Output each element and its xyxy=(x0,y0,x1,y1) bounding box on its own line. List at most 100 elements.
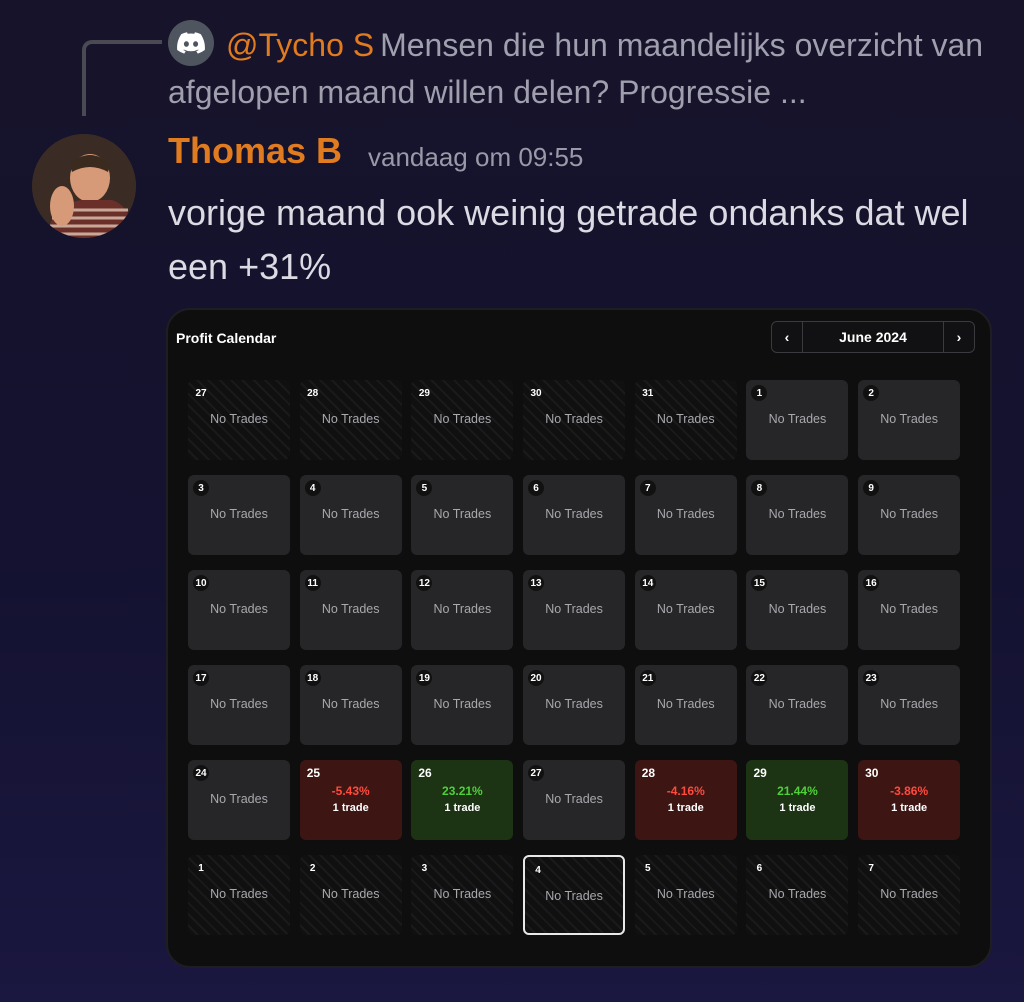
day-number: 11 xyxy=(304,575,321,591)
calendar-day[interactable]: 3 No Trades xyxy=(411,855,514,935)
day-number: 27 xyxy=(528,765,545,781)
day-number: 4 xyxy=(535,864,541,876)
no-trades-label: No Trades xyxy=(656,887,715,901)
profit-calendar-card[interactable]: Profit Calendar ‹ June 2024 › 27 No Trade… xyxy=(166,308,992,968)
no-trades-label: No Trades xyxy=(545,412,603,426)
calendar-day[interactable]: 28 No Trades xyxy=(299,380,402,460)
day-trade-count: 1 trade xyxy=(891,802,928,814)
no-trades-label: No Trades xyxy=(210,602,268,616)
calendar-day[interactable]: 12 No Trades xyxy=(411,570,514,650)
calendar-day[interactable]: 6 No Trades xyxy=(523,475,626,555)
day-number: 14 xyxy=(639,575,656,591)
month-navigator: ‹ June 2024 › xyxy=(771,321,975,353)
day-number: 5 xyxy=(644,862,651,874)
day-number: 6 xyxy=(756,862,763,874)
calendar-day[interactable]: 26 23.21% 1 trade xyxy=(411,760,514,840)
calendar-day[interactable]: 29 21.44% 1 trade xyxy=(746,760,849,840)
day-number: 29 xyxy=(753,766,767,780)
calendar-day[interactable]: 4 No Trades xyxy=(299,475,402,555)
no-trades-label: No Trades xyxy=(321,412,380,426)
no-trades-label: No Trades xyxy=(768,697,827,711)
calendar-day[interactable]: 15 No Trades xyxy=(746,570,849,650)
day-trade-count: 1 trade xyxy=(332,802,369,814)
day-trade-count: 1 trade xyxy=(667,802,704,814)
calendar-day[interactable]: 21 No Trades xyxy=(634,665,737,745)
day-pnl-percent: -5.43% xyxy=(331,784,370,798)
calendar-day[interactable]: 3 No Trades xyxy=(188,475,290,555)
calendar-day[interactable]: 1 No Trades xyxy=(746,380,849,460)
message-author[interactable]: Thomas B xyxy=(168,130,342,172)
calendar-day[interactable]: 25 -5.43% 1 trade xyxy=(299,760,402,840)
day-number: 8 xyxy=(751,480,768,496)
day-number: 16 xyxy=(863,575,880,591)
chevron-right-icon: › xyxy=(956,329,962,345)
day-number: 30 xyxy=(865,766,879,780)
day-number: 6 xyxy=(528,480,545,496)
no-trades-label: No Trades xyxy=(545,792,603,806)
day-number: 21 xyxy=(639,670,656,686)
avatar-photo xyxy=(32,134,136,238)
calendar-day[interactable]: 16 No Trades xyxy=(858,570,961,650)
calendar-day[interactable]: 7 No Trades xyxy=(858,855,961,935)
calendar-day[interactable]: 24 No Trades xyxy=(188,760,290,840)
no-trades-label: No Trades xyxy=(768,507,827,521)
calendar-day[interactable]: 27 No Trades xyxy=(523,760,626,840)
day-number: 18 xyxy=(304,670,321,686)
calendar-day[interactable]: 2 No Trades xyxy=(858,380,961,460)
no-trades-label: No Trades xyxy=(433,507,492,521)
day-number: 7 xyxy=(868,862,874,874)
day-number: 24 xyxy=(193,765,209,781)
no-trades-label: No Trades xyxy=(321,507,380,521)
day-number: 10 xyxy=(193,575,209,591)
calendar-day[interactable]: 10 No Trades xyxy=(188,570,290,650)
calendar-day[interactable]: 29 No Trades xyxy=(411,380,514,460)
day-number: 28 xyxy=(641,766,656,780)
calendar-day[interactable]: 28 -4.16% 1 trade xyxy=(634,760,737,840)
calendar-day[interactable]: 31 No Trades xyxy=(634,380,737,460)
day-number: 20 xyxy=(528,670,545,686)
day-number: 23 xyxy=(863,670,880,686)
calendar-day[interactable]: 27 No Trades xyxy=(188,380,290,460)
no-trades-label: No Trades xyxy=(433,697,492,711)
no-trades-label: No Trades xyxy=(656,412,715,426)
next-month-button[interactable]: › xyxy=(943,322,974,352)
calendar-day[interactable]: 18 No Trades xyxy=(299,665,402,745)
calendar-day[interactable]: 13 No Trades xyxy=(523,570,626,650)
calendar-day[interactable]: 30 -3.86% 1 trade xyxy=(858,760,961,840)
message-timestamp: vandaag om 09:55 xyxy=(368,142,584,172)
calendar-day[interactable]: 2 No Trades xyxy=(299,855,402,935)
day-number: 1 xyxy=(751,385,768,401)
day-number: 9 xyxy=(863,480,880,496)
month-label: June 2024 xyxy=(839,329,907,345)
day-pnl-percent: 23.21% xyxy=(442,784,483,798)
no-trades-label: No Trades xyxy=(768,887,827,901)
calendar-day[interactable]: 1 No Trades xyxy=(188,855,290,935)
prev-month-button[interactable]: ‹ xyxy=(772,322,803,352)
calendar-day[interactable]: 17 No Trades xyxy=(188,665,290,745)
calendar-day[interactable]: 7 No Trades xyxy=(634,475,737,555)
reply-preview[interactable]: @Tycho S Mensen die hun maandelijks overz… xyxy=(168,22,1008,116)
calendar-day[interactable]: 9 No Trades xyxy=(858,475,961,555)
day-number: 31 xyxy=(642,387,654,399)
day-number: 1 xyxy=(198,862,204,874)
calendar-day[interactable]: 19 No Trades xyxy=(411,665,514,745)
calendar-day[interactable]: 14 No Trades xyxy=(634,570,737,650)
calendar-day[interactable]: 11 No Trades xyxy=(299,570,402,650)
calendar-day[interactable]: 5 No Trades xyxy=(411,475,514,555)
calendar-day[interactable]: 23 No Trades xyxy=(858,665,961,745)
no-trades-label: No Trades xyxy=(321,887,380,901)
day-number: 5 xyxy=(416,480,433,496)
calendar-grid: 27 No Trades 28 No Trades 29 No Trades 30 No Tr… xyxy=(188,380,961,935)
calendar-day[interactable]: 20 No Trades xyxy=(523,665,626,745)
calendar-day[interactable]: 5 No Trades xyxy=(634,855,737,935)
user-avatar[interactable] xyxy=(32,134,136,238)
day-pnl-percent: -4.16% xyxy=(666,784,705,798)
calendar-day[interactable]: 6 No Trades xyxy=(746,855,849,935)
no-trades-label: No Trades xyxy=(768,602,827,616)
calendar-day[interactable]: 8 No Trades xyxy=(746,475,849,555)
calendar-day[interactable]: 22 No Trades xyxy=(746,665,849,745)
calendar-day[interactable]: 4 No Trades xyxy=(523,855,626,935)
reply-author[interactable]: @Tycho S xyxy=(226,27,374,63)
calendar-day[interactable]: 30 No Trades xyxy=(523,380,626,460)
no-trades-label: No Trades xyxy=(880,507,938,521)
